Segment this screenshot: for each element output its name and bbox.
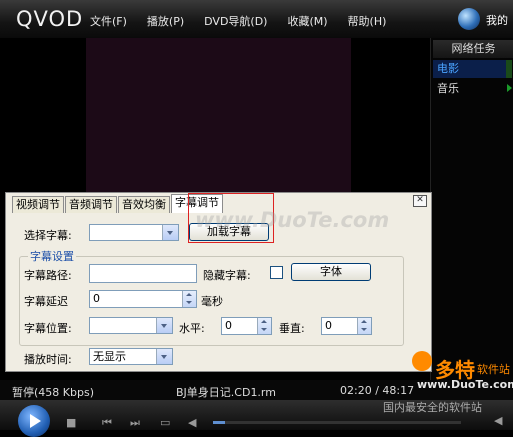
qvod-logo: QVOD [16,7,84,31]
fullscreen-icon[interactable]: ▭ [160,416,170,429]
subtitle-delay-label: 字幕延迟 [24,295,68,308]
menu-dvd-nav[interactable]: DVD导航(D) [204,13,267,29]
close-icon[interactable]: ✕ [413,195,427,207]
panel-item-music[interactable]: 音乐 [433,80,459,98]
duote-brand-sub: 软件站 [477,363,510,376]
vertical-value: 0 [325,319,332,332]
chevron-down-icon[interactable] [156,349,172,364]
panel-item-movie[interactable]: 电影 [433,60,507,78]
duote-logo-icon [412,351,432,371]
tab-video-adjust[interactable]: 视频调节 [12,196,64,213]
hide-subtitle-checkbox[interactable] [270,266,283,279]
file-name: BJ单身日记.CD1.rm [176,386,276,399]
vertical-stepper[interactable]: 0 [321,317,372,335]
chevron-down-icon[interactable] [156,318,172,333]
vertical-label: 垂直: [279,322,305,335]
menu-play[interactable]: 播放(P) [147,13,184,29]
subtitle-path-label: 字幕路径: [24,269,72,282]
horizontal-value: 0 [225,319,232,332]
duote-slogan: 国内最安全的软件站 [383,401,482,414]
subtitle-position-label: 字幕位置: [24,322,72,335]
horizontal-label: 水平: [179,322,205,335]
menu-help[interactable]: 帮助(H) [348,13,387,29]
watermark-text: www.DuoTe.com [195,208,390,232]
time-readout: 02:20 / 48:17 [340,384,415,397]
expand-arrow-icon[interactable] [507,84,512,92]
font-button[interactable]: 字体 [291,263,371,281]
tab-audio-adjust[interactable]: 音频调节 [65,196,117,213]
title-bar: QVOD 文件(F) 播放(P) DVD导航(D) 收藏(M) 帮助(H) 我的 [0,0,513,38]
video-frame [86,38,351,193]
volume-icon[interactable]: ◀ [188,416,196,429]
duote-url: www.DuoTe.com [417,378,513,391]
video-area [0,38,430,193]
play-time-select[interactable]: 无显示 [89,348,173,365]
play-time-value: 无显示 [93,350,126,363]
tab-equalizer[interactable]: 音效均衡 [118,196,170,213]
panel-scrollbar[interactable] [506,60,512,78]
group-title: 字幕设置 [28,248,76,264]
delay-unit-label: 毫秒 [201,295,223,308]
menu-file[interactable]: 文件(F) [90,13,127,29]
horizontal-stepper[interactable]: 0 [221,317,272,335]
stop-icon[interactable]: ■ [66,416,76,429]
subtitle-delay-value: 0 [93,292,100,305]
network-task-panel: 网络任务 电影 音乐 [430,38,513,380]
spin-arrows-icon[interactable] [357,318,371,334]
seek-bar[interactable] [213,421,461,424]
choose-subtitle-label: 选择字幕: [24,229,72,242]
menu-bar: 文件(F) 播放(P) DVD导航(D) 收藏(M) 帮助(H) [90,13,406,29]
subtitle-delay-stepper[interactable]: 0 [89,290,197,308]
play-time-label: 播放时间: [24,353,72,366]
seek-progress [213,421,226,424]
spin-arrows-icon[interactable] [257,318,271,334]
subtitle-path-field[interactable] [89,264,197,283]
spin-arrows-icon[interactable] [182,291,196,307]
globe-icon[interactable] [458,8,480,30]
subtitle-position-select[interactable] [89,317,173,334]
my-label[interactable]: 我的 [486,12,508,28]
hide-subtitle-label: 隐藏字幕: [203,269,251,282]
play-button-icon[interactable] [18,405,50,437]
menu-favorites[interactable]: 收藏(M) [287,13,327,29]
chevron-down-icon[interactable] [162,225,178,240]
volume-right-icon[interactable]: ◀ [494,414,502,427]
play-state: 暂停(458 Kbps) [12,386,94,399]
previous-icon[interactable]: ⏮ [102,416,112,430]
next-icon[interactable]: ⏭ [130,416,140,430]
choose-subtitle-select[interactable] [89,224,179,241]
network-task-header[interactable]: 网络任务 [433,40,513,58]
